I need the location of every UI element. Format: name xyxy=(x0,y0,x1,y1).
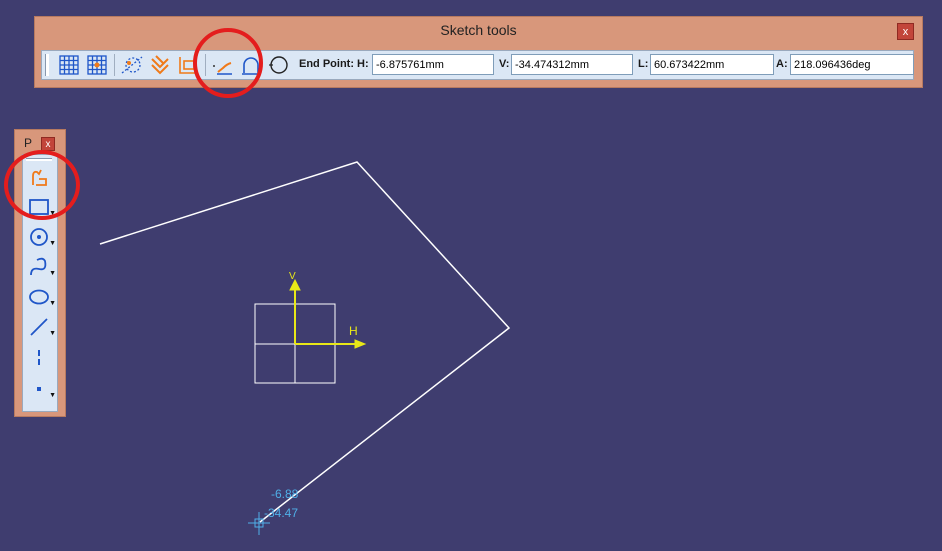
ellipse-icon[interactable] xyxy=(27,285,51,309)
rectangle-icon[interactable] xyxy=(27,195,51,219)
point-dropdown-arrow[interactable]: ▼ xyxy=(49,392,56,399)
toolbar-grip[interactable] xyxy=(45,54,49,76)
circle-icon[interactable] xyxy=(27,225,51,249)
snap-to-point-icon[interactable] xyxy=(85,53,109,77)
profile-palette-close-button[interactable]: x xyxy=(41,137,55,151)
toolbar-separator xyxy=(205,54,206,76)
geometrical-constraints-icon[interactable] xyxy=(148,53,172,77)
ellipse-dropdown-arrow[interactable]: ▼ xyxy=(49,300,56,307)
three-point-arc-icon[interactable] xyxy=(239,53,263,77)
spline-icon[interactable] xyxy=(27,255,51,279)
cursor-h-coordinate: -6.88 xyxy=(271,487,299,501)
v-label: V: xyxy=(499,58,510,70)
rectangle-dropdown-arrow[interactable]: ▼ xyxy=(49,210,56,217)
h-axis-label: H xyxy=(349,324,358,338)
line-dropdown-arrow[interactable]: ▼ xyxy=(49,330,56,337)
profile-tool-icon[interactable] xyxy=(27,165,51,189)
dimensional-constraints-icon[interactable] xyxy=(176,53,200,77)
length-field[interactable] xyxy=(650,54,774,75)
sketch-tools-close-button[interactable]: x xyxy=(897,23,914,40)
h-coordinate-field[interactable] xyxy=(372,54,494,75)
profile-polyline[interactable] xyxy=(99,161,511,523)
toolbar-separator xyxy=(114,54,115,76)
end-point-h-label: End Point: H: xyxy=(299,58,369,70)
profile-palette: P x ▼ ▼ ▼ ▼ ▼ ▼ xyxy=(14,129,66,417)
l-label: L: xyxy=(638,58,649,70)
v-axis-label: V xyxy=(289,271,296,282)
sketch-tools-row: End Point: H: V: L: A: xyxy=(41,50,914,80)
a-label: A: xyxy=(776,58,788,70)
tangent-arc-icon[interactable] xyxy=(211,53,235,77)
v-coordinate-field[interactable] xyxy=(511,54,633,75)
palette-grip[interactable] xyxy=(26,158,52,161)
angle-field[interactable] xyxy=(790,54,914,75)
circle-icon[interactable] xyxy=(267,53,291,77)
sketch-tools-toolbar: Sketch tools x End Point: H: -6.875761mm… xyxy=(34,16,923,88)
line-icon[interactable] xyxy=(27,315,51,339)
axis-icon[interactable] xyxy=(27,347,51,371)
spline-dropdown-arrow[interactable]: ▼ xyxy=(49,270,56,277)
point-icon[interactable] xyxy=(27,377,51,401)
sketch-tools-title: Sketch tools xyxy=(440,22,517,38)
circle-dropdown-arrow[interactable]: ▼ xyxy=(49,240,56,247)
grid-icon[interactable] xyxy=(57,53,81,77)
profile-tools-column: ▼ ▼ ▼ ▼ ▼ ▼ xyxy=(22,154,58,412)
construction-element-icon[interactable] xyxy=(120,53,144,77)
cursor-v-coordinate: -34.47 xyxy=(264,506,299,520)
profile-palette-title: P xyxy=(24,136,33,150)
